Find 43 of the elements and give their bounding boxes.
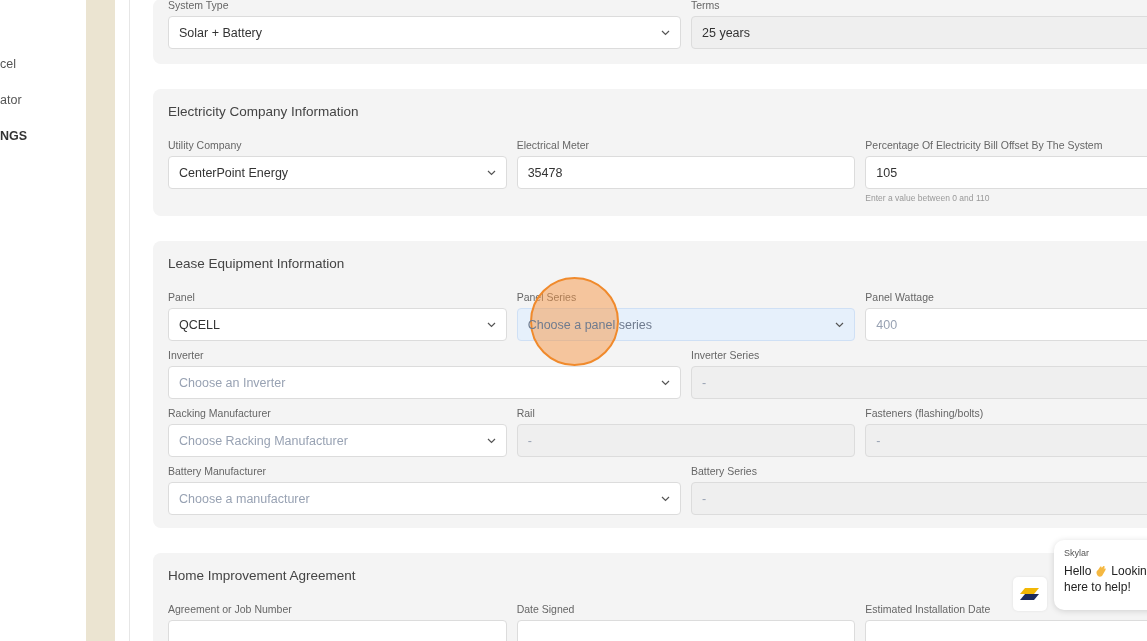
field-label: Inverter — [168, 349, 205, 362]
field-label: Fasteners (flashing/bolts) — [865, 407, 985, 420]
field-label: Utility Company — [168, 139, 243, 152]
chat-message: Lookin — [1111, 564, 1147, 578]
field-label: Battery Series — [691, 465, 758, 478]
chat-message: Hello — [1064, 564, 1092, 578]
waving-hand-icon — [1095, 565, 1108, 577]
field-label: Panel — [168, 291, 196, 304]
sender-name: Skylar — [1064, 548, 1090, 558]
chevron-down-icon — [661, 29, 670, 36]
sidebar-item[interactable]: ator — [0, 93, 86, 107]
field-label: Percentage Of Electricity Bill Offset By The System — [865, 139, 1104, 152]
field-label: Racking Manufacturer — [168, 407, 272, 420]
chevron-down-icon — [486, 169, 496, 176]
section-title: Home Improvement Agreement — [168, 568, 356, 583]
field-label: Estimated Installation Date — [865, 603, 992, 616]
field-label: Battery Manufacturer — [168, 465, 268, 478]
section-title: Electricity Company Information — [168, 104, 359, 119]
field-label: Date Signed — [516, 603, 576, 616]
field-label: Agreement or Job Number — [168, 603, 293, 616]
chat-logo-icon[interactable] — [1013, 577, 1047, 611]
field-label: System Type — [168, 0, 230, 12]
sidebar-item[interactable]: cel — [0, 57, 86, 71]
field-label: Rail — [516, 407, 536, 420]
chevron-down-icon — [661, 495, 670, 502]
field-label: Inverter Series — [691, 349, 761, 362]
dropdown[interactable]: Solar + Battery — [168, 16, 681, 49]
chevron-down-icon — [486, 321, 496, 328]
field-label: Terms — [691, 0, 721, 12]
chat-bubble[interactable]: Skylar Hello Lookin here to help! — [1054, 540, 1147, 610]
dropdown[interactable]: CenterPoint Energy — [168, 156, 507, 189]
chevron-down-icon — [486, 437, 496, 444]
text-field[interactable]: 35478 — [516, 156, 856, 189]
chevron-down-icon — [835, 321, 845, 328]
sidebar-item[interactable]: NGS — [0, 129, 86, 143]
section-title: Lease Equipment Information — [168, 256, 345, 271]
helper-text: Enter a value between 0 and 110 — [865, 193, 991, 203]
chat-message: here to help! — [1064, 580, 1132, 594]
chevron-down-icon — [661, 379, 670, 386]
text-field[interactable]: 105 — [865, 156, 1147, 189]
field-label: Panel Wattage — [865, 291, 935, 304]
dropdown[interactable]: QCELL — [168, 308, 507, 341]
field-label: Electrical Meter — [516, 139, 590, 152]
